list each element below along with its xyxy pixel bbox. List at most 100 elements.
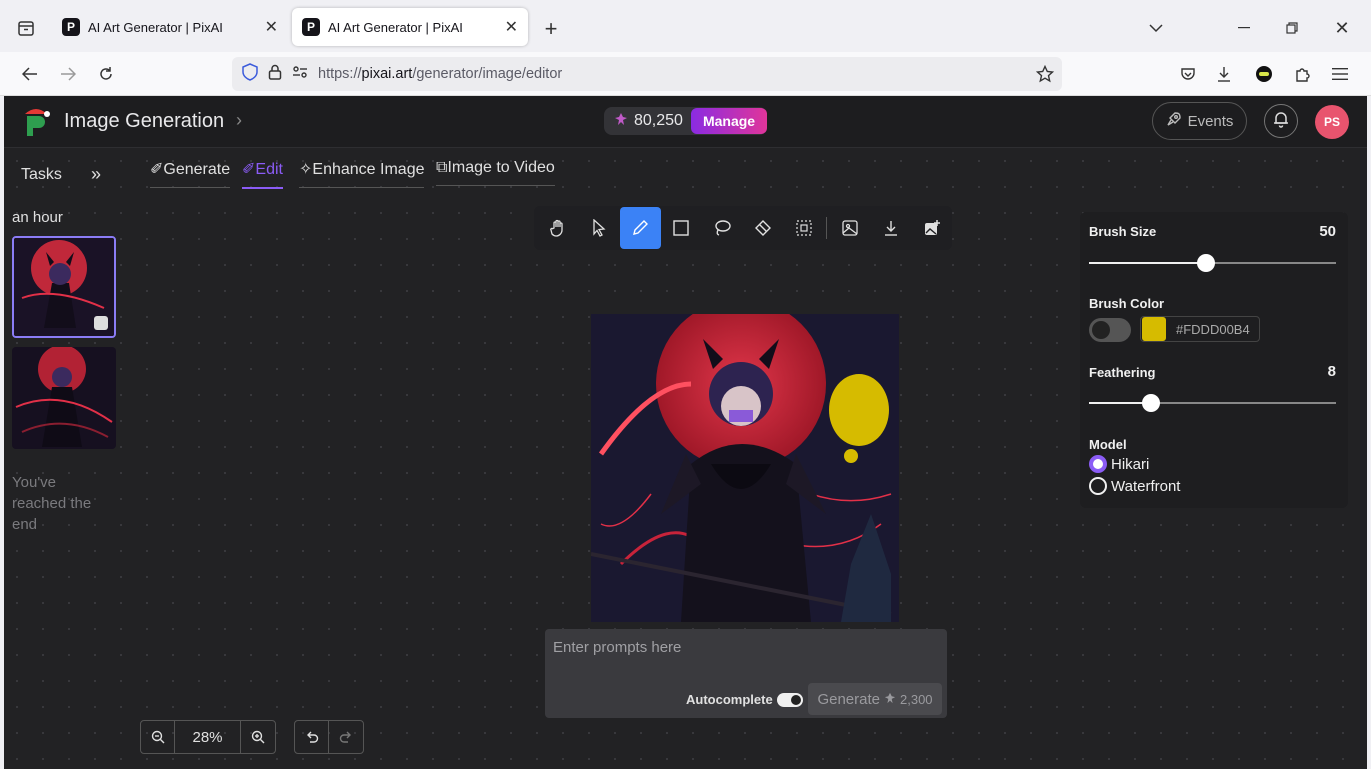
brush-color-toggle[interactable] — [1089, 318, 1131, 342]
generate-label: Generate — [817, 690, 880, 708]
tracking-shield-icon[interactable] — [242, 63, 258, 85]
eraser-tool-icon[interactable] — [743, 207, 784, 249]
events-button[interactable]: Events — [1152, 102, 1247, 140]
edit-brush-icon: ✐ — [242, 161, 256, 178]
model-name-waterfront: Waterfront — [1111, 477, 1181, 495]
tab-image-to-video[interactable]: ⧉Image to Video — [436, 159, 555, 186]
user-avatar[interactable]: PS — [1315, 105, 1349, 139]
brush-color-swatch — [1142, 317, 1166, 341]
pencil-tool-icon[interactable] — [619, 207, 661, 249]
close-window-icon[interactable]: ✕ — [1330, 16, 1354, 40]
task-thumbnail[interactable] — [12, 347, 116, 449]
end-of-list-text: You've reached the end — [12, 474, 92, 533]
object-select-icon[interactable] — [783, 207, 824, 249]
brush-size-slider[interactable] — [1089, 254, 1336, 272]
pixai-app: Image Generation › 80,250 Manage Events … — [4, 96, 1367, 769]
page-title: Image Generation — [64, 110, 225, 132]
forward-arrow-icon[interactable] — [56, 62, 80, 86]
add-image-icon[interactable] — [911, 207, 952, 249]
model-option-hikari[interactable]: Hikari — [1089, 455, 1149, 473]
credits-icon — [884, 691, 896, 708]
model-name-hikari: Hikari — [1111, 455, 1150, 473]
brush-color-label: Brush Color — [1089, 296, 1165, 311]
model-radio-waterfront[interactable] — [1089, 477, 1107, 495]
tab-2-title: AI Art Generator | PixAI — [328, 19, 463, 35]
pixai-favicon-icon: P — [62, 18, 80, 36]
new-tab-icon[interactable]: + — [538, 16, 564, 42]
task-time-label: an hour — [12, 209, 63, 226]
brush-color-picker[interactable]: #FDDD00B4 — [1140, 316, 1260, 342]
zoom-controls: 28% — [140, 720, 276, 754]
brush-size-label: Brush Size — [1089, 224, 1157, 239]
chevron-right-icon[interactable]: › — [236, 110, 242, 131]
zoom-level: 28% — [175, 721, 241, 753]
browser-nav-bar: https://pixai.art/generator/image/editor — [0, 52, 1371, 96]
zoom-out-icon[interactable] — [141, 721, 175, 753]
feathering-slider[interactable] — [1089, 394, 1336, 412]
feathering-value: 8 — [1327, 363, 1336, 380]
rocket-icon — [1166, 111, 1182, 131]
select-pointer-icon[interactable] — [579, 207, 620, 249]
bookmark-star-icon[interactable] — [1035, 64, 1055, 87]
tab-generate[interactable]: ✐Generate — [150, 159, 231, 188]
extensions-puzzle-icon[interactable] — [1290, 62, 1314, 86]
expand-tasks-icon[interactable]: » — [91, 164, 101, 185]
generate-cost: 2,300 — [900, 691, 933, 707]
manage-button[interactable]: Manage — [690, 108, 768, 134]
tab-enhance-image[interactable]: ✧Enhance Image — [299, 159, 425, 188]
model-radio-hikari[interactable] — [1089, 455, 1107, 473]
pocket-icon[interactable] — [1176, 62, 1200, 86]
lock-icon[interactable] — [268, 64, 282, 84]
generate-button[interactable]: Generate 2,300 — [808, 683, 942, 715]
reload-icon[interactable] — [94, 62, 118, 86]
hand-tool-icon[interactable] — [538, 207, 579, 249]
tab-2[interactable]: P AI Art Generator | PixAI ✕ — [292, 8, 528, 46]
events-label: Events — [1187, 112, 1234, 130]
zoom-in-icon[interactable] — [241, 721, 275, 753]
minimize-icon[interactable] — [1232, 16, 1256, 40]
tab-overview-icon[interactable] — [12, 14, 40, 42]
prompt-box: Autocomplete Generate 2,300 — [545, 629, 947, 718]
image-upload-icon[interactable] — [829, 207, 870, 249]
history-controls — [294, 720, 364, 754]
url-bar[interactable]: https://pixai.art/generator/image/editor — [232, 57, 1062, 91]
model-label: Model — [1089, 437, 1127, 452]
brush-size-value: 50 — [1319, 223, 1336, 240]
permissions-icon[interactable] — [292, 66, 308, 82]
lasso-tool-icon[interactable] — [702, 207, 743, 249]
menu-icon[interactable] — [1328, 62, 1352, 86]
brush-size-slider-handle[interactable] — [1197, 254, 1216, 272]
extension-icon[interactable] — [1252, 62, 1276, 86]
undo-icon[interactable] — [295, 721, 329, 753]
model-option-waterfront[interactable]: Waterfront — [1089, 477, 1180, 495]
prompt-input[interactable] — [553, 639, 933, 656]
autocomplete-toggle[interactable] — [776, 692, 803, 707]
close-tab-icon[interactable]: ✕ — [265, 17, 278, 37]
image-edit-icon: ⧉ — [436, 159, 448, 176]
tasks-label: Tasks — [21, 166, 62, 183]
download-tool-icon[interactable] — [870, 207, 911, 249]
credits-icon — [614, 112, 628, 131]
brush-color-hex: #FDDD00B4 — [1176, 321, 1250, 337]
back-arrow-icon[interactable] — [18, 62, 42, 86]
download-icon[interactable] — [1212, 62, 1236, 86]
redo-icon[interactable] — [329, 721, 363, 753]
rectangle-tool-icon[interactable] — [661, 207, 702, 249]
app-header: Image Generation › 80,250 Manage Events … — [4, 96, 1367, 148]
restore-icon[interactable] — [1280, 16, 1304, 40]
tab-1[interactable]: P AI Art Generator | PixAI ✕ — [52, 8, 288, 46]
autocomplete-control: Autocomplete — [686, 692, 803, 707]
close-tab-icon[interactable]: ✕ — [505, 17, 518, 37]
feathering-slider-handle[interactable] — [1141, 394, 1160, 412]
task-thumbnail-selected[interactable] — [12, 236, 116, 338]
sparkle-icon: ✧ — [299, 161, 313, 178]
chevron-down-icon[interactable] — [1144, 16, 1168, 40]
tab-edit[interactable]: ✐Edit — [242, 159, 283, 189]
autocomplete-label: Autocomplete — [686, 692, 773, 707]
canvas-image[interactable] — [591, 314, 899, 622]
notifications-button[interactable] — [1264, 104, 1298, 138]
credits-value: 80,250 — [634, 112, 683, 129]
pixai-logo-icon[interactable] — [22, 106, 50, 138]
toolbar-divider — [826, 217, 828, 239]
pixai-favicon-icon: P — [302, 18, 320, 36]
